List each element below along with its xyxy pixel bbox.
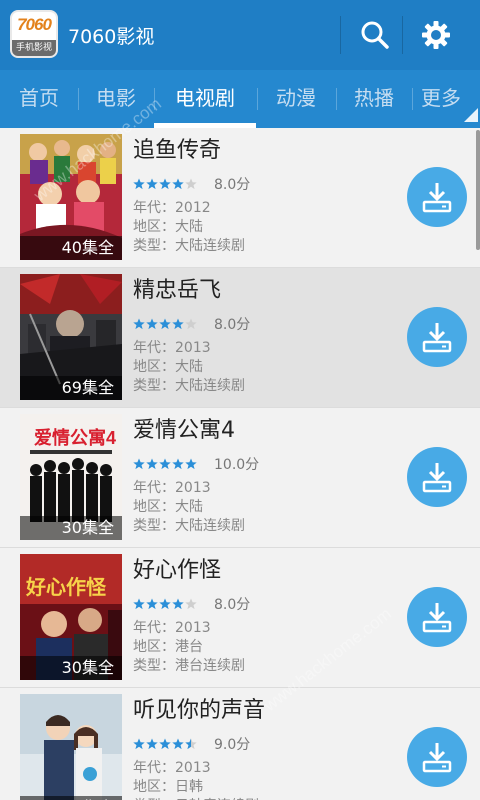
region-label: 地区：大陆 xyxy=(133,499,203,515)
svg-text:爱情公寓4: 爱情公寓4 xyxy=(34,427,116,448)
rating-score: 8.0分 xyxy=(214,317,251,333)
list-scrollbar[interactable] xyxy=(476,130,480,250)
search-icon xyxy=(361,21,389,49)
logo-subtitle: 手机影视 xyxy=(12,40,56,56)
region-label: 地区：日韩 xyxy=(133,779,203,795)
top-app-bar: 7060 手机影视 7060影视 xyxy=(0,0,480,70)
toolbar-divider xyxy=(340,16,341,54)
settings-button[interactable] xyxy=(411,12,461,58)
episode-count-badge: 30集全 xyxy=(20,656,122,680)
tv-series-list[interactable]: 40集全 追鱼传奇 8.0分 年代：2012 地区：大陆 类型：大陆连续剧 69集全 精忠岳飞… xyxy=(0,128,480,800)
star-rating-icon xyxy=(133,178,198,190)
list-item[interactable]: 40集全 追鱼传奇 8.0分 年代：2012 地区：大陆类型：大陆连续剧 xyxy=(0,128,480,268)
poster-image[interactable]: 18集全 xyxy=(20,694,122,800)
rating-score: 8.0分 xyxy=(214,177,251,193)
tab-separator xyxy=(78,88,79,110)
list-item[interactable]: 69集全 精忠岳飞 8.0分 年代：2013 地区：大陆类型：大陆连续剧 xyxy=(0,268,480,408)
category-tab-bar: 首页 电影 电视剧 动漫 热播 更多 xyxy=(0,70,480,128)
download-icon xyxy=(422,603,452,633)
rating-score: 9.0分 xyxy=(214,737,251,753)
svg-text:好心作怪: 好心作怪 xyxy=(25,575,107,599)
rating: 8.0分 xyxy=(133,596,251,613)
download-button[interactable] xyxy=(407,587,467,647)
episode-count-badge: 40集全 xyxy=(20,236,122,260)
year-label: 年代：2013 xyxy=(133,620,211,636)
download-button[interactable] xyxy=(407,727,467,787)
genre-label: 类型：日韩泰连续剧 xyxy=(133,795,259,800)
more-dropdown-indicator xyxy=(464,108,478,122)
download-icon xyxy=(422,183,452,213)
toolbar-divider xyxy=(402,16,403,54)
series-title: 爱情公寓4 xyxy=(133,418,235,443)
genre-label: 类型：港台连续剧 xyxy=(133,658,245,674)
genre-label: 类型：大陆连续剧 xyxy=(133,378,245,394)
gear-icon xyxy=(422,21,450,49)
download-icon xyxy=(422,323,452,353)
tab-tv-series[interactable]: 电视剧 xyxy=(154,70,256,128)
poster-image[interactable]: 69集全 xyxy=(20,274,122,400)
genre-label: 类型：大陆连续剧 xyxy=(133,518,245,534)
rating: 9.0分 xyxy=(133,736,251,753)
download-button[interactable] xyxy=(407,307,467,367)
search-button[interactable] xyxy=(350,12,400,58)
tab-anime[interactable]: 动漫 xyxy=(258,70,334,128)
logo-number: 7060 xyxy=(17,15,52,34)
poster-image[interactable]: 爱情公寓4 30集全 xyxy=(20,414,122,540)
rating: 10.0分 xyxy=(133,456,260,473)
year-label: 年代：2013 xyxy=(133,760,211,776)
series-title: 听见你的声音 xyxy=(133,698,266,723)
poster-image[interactable]: 好心作怪 30集全 xyxy=(20,554,122,680)
episode-count-badge: 69集全 xyxy=(20,376,122,400)
rating-score: 8.0分 xyxy=(214,597,251,613)
tab-more[interactable]: 更多 xyxy=(412,70,470,128)
rating: 8.0分 xyxy=(133,316,251,333)
rating: 8.0分 xyxy=(133,176,251,193)
series-title: 追鱼传奇 xyxy=(133,138,222,163)
series-title: 好心作怪 xyxy=(133,558,222,583)
star-rating-icon xyxy=(133,458,198,470)
star-rating-icon xyxy=(133,598,198,610)
download-button[interactable] xyxy=(407,167,467,227)
episode-count-badge: 30集全 xyxy=(20,516,122,540)
region-label: 地区：大陆 xyxy=(133,359,203,375)
poster-image[interactable]: 40集全 xyxy=(20,134,122,260)
rating-score: 10.0分 xyxy=(214,457,260,473)
tab-trending[interactable]: 热播 xyxy=(336,70,412,128)
app-title: 7060影视 xyxy=(68,26,155,48)
region-label: 地区：港台 xyxy=(133,639,203,655)
tab-home[interactable]: 首页 xyxy=(2,70,76,128)
episode-count-badge: 18集全 xyxy=(20,796,122,800)
star-rating-icon xyxy=(133,738,198,750)
year-label: 年代：2012 xyxy=(133,200,211,216)
download-button[interactable] xyxy=(407,447,467,507)
series-title: 精忠岳飞 xyxy=(133,278,222,303)
app-logo: 7060 手机影视 xyxy=(10,10,58,58)
list-item[interactable]: 18集全 听见你的声音 9.0分年代：2013 地区：日韩类型：日韩泰连续剧 xyxy=(0,688,480,800)
region-label: 地区：大陆 xyxy=(133,219,203,235)
download-icon xyxy=(422,463,452,493)
genre-label: 类型：大陆连续剧 xyxy=(133,238,245,254)
year-label: 年代：2013 xyxy=(133,480,211,496)
list-item[interactable]: 爱情公寓4 30集全 爱情公寓4 10.0分 年代：2013 地区：大陆类型：大陆连续剧 xyxy=(0,408,480,548)
list-item[interactable]: 好心作怪 30集全 好心作怪 8.0分 年代：2013 地区：港台类型：港台连续剧 xyxy=(0,548,480,688)
tab-movies[interactable]: 电影 xyxy=(80,70,152,128)
year-label: 年代：2013 xyxy=(133,340,211,356)
star-rating-icon xyxy=(133,318,198,330)
download-icon xyxy=(422,743,452,773)
